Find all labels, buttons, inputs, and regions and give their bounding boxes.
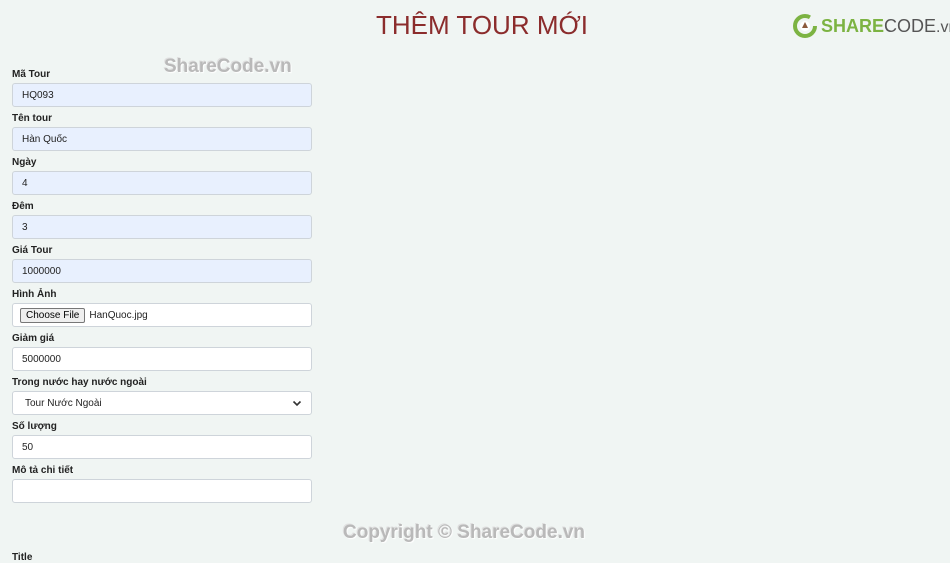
field-hinh-anh: Hình Ảnh Choose File HanQuoc.jpg [12,289,312,327]
field-ma-tour: Mã Tour HQ093 [12,69,312,107]
label-so-luong: Số lượng [12,421,57,432]
field-ngay: Ngày 4 [12,157,312,195]
label-hinh-anh: Hình Ảnh [12,289,57,300]
field-mo-ta: Mô tả chi tiết [12,465,312,503]
field-giam-gia: Giảm giá 5000000 [12,333,312,371]
ngay-input[interactable]: 4 [12,171,312,195]
logo-brand-code: CODE [884,15,937,36]
choose-file-button[interactable]: Choose File [20,307,86,323]
label-gia-tour: Giá Tour [12,245,53,256]
loai-tour-selected: Tour Nước Ngoài [25,397,102,409]
label-giam-gia: Giảm giá [12,333,55,344]
sharecode-logo-icon [793,14,817,38]
loai-tour-select[interactable]: Tour Nước Ngoài [12,391,312,415]
logo-brand-share: SHARE [821,15,885,36]
giam-gia-input[interactable]: 5000000 [12,347,312,371]
so-luong-input[interactable]: 50 [12,435,312,459]
watermark-copyright: Copyright © ShareCode.vn [343,522,586,543]
chevron-down-icon [292,400,302,407]
add-tour-form: Mã Tour HQ093 Tên tour Hàn Quốc Ngày 4 Đ… [12,69,312,509]
label-loai-tour: Trong nước hay nước ngoài [12,377,147,388]
field-ten-tour: Tên tour Hàn Quốc [12,113,312,151]
gia-tour-input[interactable]: 1000000 [12,259,312,283]
field-loai-tour: Trong nước hay nước ngoài Tour Nước Ngoà… [12,377,312,415]
dem-input[interactable]: 3 [12,215,312,239]
mo-ta-input[interactable] [12,479,312,503]
field-dem: Đêm 3 [12,201,312,239]
sharecode-logo[interactable]: SHARECODE.vn [792,11,950,41]
field-so-luong: Số lượng 50 [12,421,312,459]
ten-tour-input[interactable]: Hàn Quốc [12,127,312,151]
label-mo-ta: Mô tả chi tiết [12,465,74,476]
label-dem: Đêm [12,201,34,212]
label-ma-tour: Mã Tour [12,69,51,80]
label-ngay: Ngày [12,157,37,168]
label-ten-tour: Tên tour [12,113,52,124]
logo-text: SHARECODE.vn [821,16,950,37]
selected-file-name: HanQuoc.jpg [89,309,148,321]
logo-brand-suffix: .vn [936,18,950,36]
ma-tour-input[interactable]: HQ093 [12,83,312,107]
field-gia-tour: Giá Tour 1000000 [12,245,312,283]
hinh-anh-file-input[interactable]: Choose File HanQuoc.jpg [12,303,312,327]
label-title: Title [12,552,33,563]
